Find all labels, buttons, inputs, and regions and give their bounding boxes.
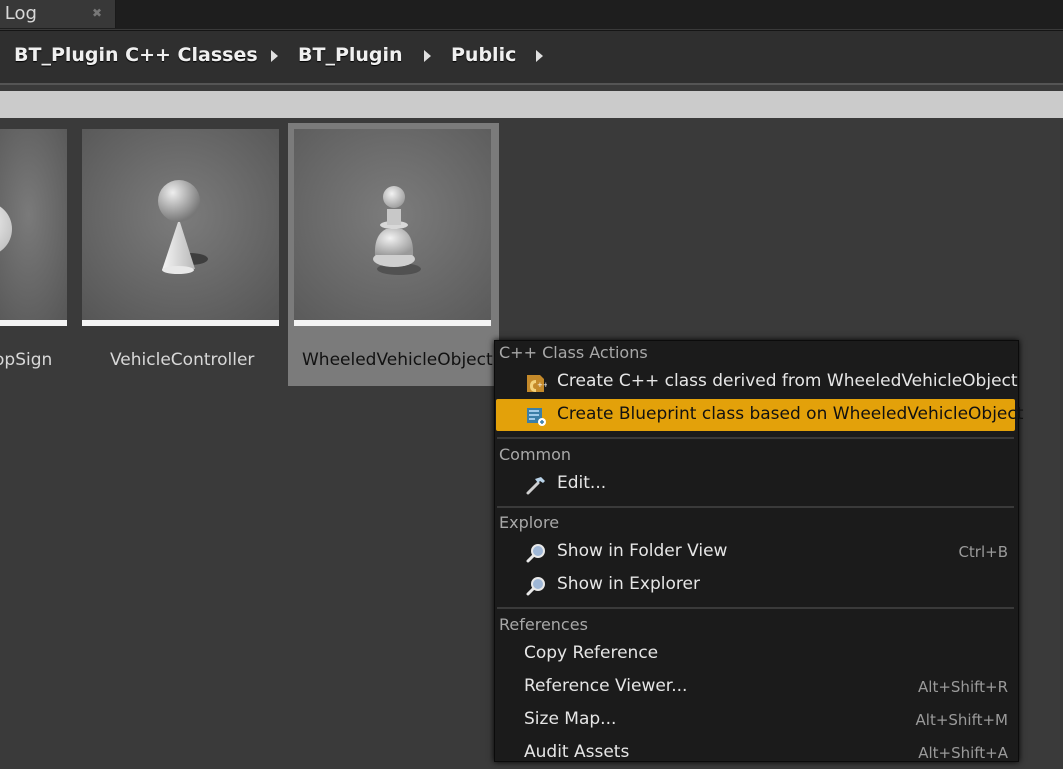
asset-tile-vehiclecontroller[interactable]	[82, 129, 279, 326]
menu-item-label: Reference Viewer...	[524, 676, 688, 696]
breadcrumb-item-bt-plugin[interactable]: BT_Plugin	[298, 44, 403, 66]
menu-item-show-in-explorer[interactable]: Show in Explorer	[496, 569, 1015, 601]
breadcrumb: BT_Plugin C++ Classes BT_Plugin Public	[0, 30, 1063, 85]
tab-output-log[interactable]: e Log ✖	[0, 0, 116, 28]
class-thumbnail	[294, 129, 491, 320]
tile-underline	[0, 320, 67, 326]
blueprint-icon	[527, 408, 546, 426]
section-header-references: References	[499, 615, 588, 634]
shortcut-label: Alt+Shift+A	[918, 744, 1008, 762]
menu-item-label: Show in Explorer	[557, 574, 700, 594]
section-header-common: Common	[499, 445, 572, 464]
menu-item-create-blueprint-class[interactable]: Create Blueprint class based on WheeledV…	[496, 399, 1023, 431]
menu-item-reference-viewer[interactable]: Reference Viewer... Alt+Shift+R	[496, 671, 1015, 703]
menu-item-label: Create C++ class derived from WheeledVeh…	[557, 371, 1018, 391]
menu-separator	[497, 607, 1014, 609]
menu-separator	[497, 506, 1014, 508]
menu-item-label: Size Map...	[524, 709, 617, 729]
menu-item-label: Copy Reference	[524, 643, 659, 663]
filter-bar[interactable]	[0, 91, 1063, 118]
shortcut-label: Alt+Shift+M	[915, 711, 1008, 729]
chevron-right-icon[interactable]	[424, 50, 431, 62]
menu-item-create-cpp-class[interactable]: ++ Create C++ class derived from Wheeled…	[496, 366, 1018, 398]
tab-label: e Log	[0, 3, 37, 24]
asset-label: WheeledVehicleObject	[302, 350, 493, 370]
menu-item-size-map[interactable]: Size Map... Alt+Shift+M	[496, 704, 1015, 736]
svg-text:++: ++	[537, 381, 547, 389]
section-header-explore: Explore	[499, 513, 560, 532]
hammer-icon	[526, 477, 545, 495]
magnifier-icon	[526, 544, 545, 563]
chevron-right-icon[interactable]	[536, 50, 543, 62]
breadcrumb-item-public[interactable]: Public	[451, 44, 516, 66]
asset-label: VehicleController	[110, 350, 255, 370]
tile-underline	[82, 320, 279, 326]
menu-item-edit[interactable]: Edit...	[496, 468, 1015, 500]
tile-underline	[294, 320, 491, 326]
asset-label: opSign	[0, 350, 53, 370]
menu-item-label: Edit...	[557, 473, 607, 493]
class-thumbnail	[0, 129, 67, 320]
menu-item-label: Audit Assets	[524, 742, 630, 762]
context-menu: C++ Class Actions ++ Create C++ class de…	[494, 340, 1023, 762]
menu-item-label: Show in Folder View	[557, 541, 728, 561]
section-header-cpp: C++ Class Actions	[499, 343, 648, 362]
close-icon[interactable]: ✖	[92, 6, 102, 20]
menu-item-label: Create Blueprint class based on WheeledV…	[557, 404, 1024, 424]
menu-item-audit-assets[interactable]: Audit Assets Alt+Shift+A	[496, 737, 1015, 769]
menu-separator	[497, 437, 1014, 439]
menu-item-copy-reference[interactable]: Copy Reference	[496, 638, 1015, 670]
breadcrumb-item-cpp-classes[interactable]: BT_Plugin C++ Classes	[14, 44, 258, 66]
chevron-right-icon[interactable]	[271, 50, 278, 62]
asset-tile-opsign[interactable]	[0, 129, 67, 326]
magnifier-icon	[526, 577, 545, 596]
menu-item-show-in-folder-view[interactable]: Show in Folder View Ctrl+B	[496, 536, 1015, 568]
shortcut-label: Ctrl+B	[958, 543, 1008, 561]
class-thumbnail	[82, 129, 279, 320]
tab-bar: e Log ✖	[0, 0, 1063, 29]
shortcut-label: Alt+Shift+R	[918, 678, 1008, 696]
cpp-class-icon: ++	[527, 375, 547, 392]
asset-tile-wheeledvehicleobject[interactable]	[294, 129, 491, 326]
